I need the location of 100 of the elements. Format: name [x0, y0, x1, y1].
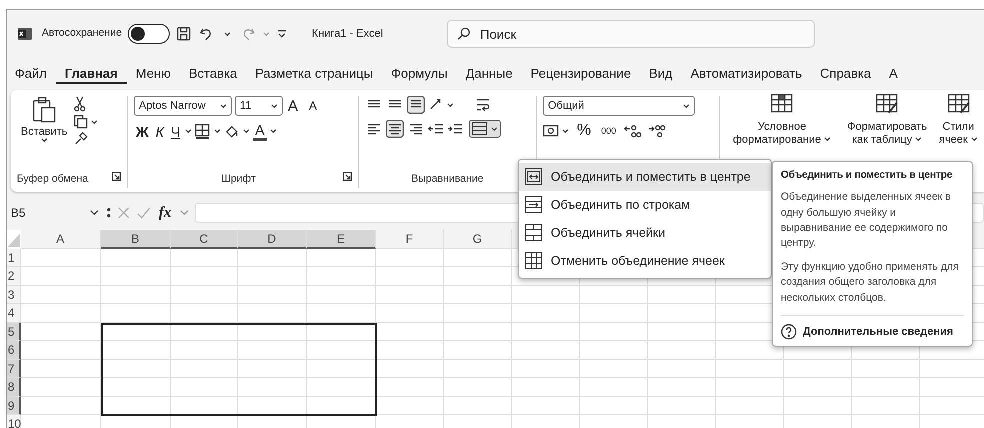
save-icon[interactable] — [176, 26, 192, 42]
bold-button[interactable]: Ж — [134, 124, 151, 140]
row-header[interactable]: 8 — [7, 378, 21, 396]
column-header[interactable]: F — [376, 230, 444, 248]
search-icon — [457, 27, 472, 41]
dialog-launcher-icon[interactable] — [112, 172, 122, 182]
merge-icon — [472, 122, 488, 136]
help-icon — [781, 324, 797, 340]
ribbon-tab[interactable]: Автоматизировать — [682, 64, 812, 84]
increase-decimal-icon[interactable] — [624, 123, 642, 139]
merge-cells-icon — [525, 224, 543, 242]
cell-styles-icon — [946, 93, 971, 115]
row-header[interactable]: 2 — [7, 267, 21, 286]
column-header[interactable]: B — [101, 230, 171, 248]
format-painter-icon[interactable] — [74, 132, 88, 146]
borders-icon[interactable] — [195, 124, 212, 140]
grow-font-button[interactable]: A — [286, 98, 304, 114]
name-box[interactable]: B5 — [9, 203, 101, 223]
tooltip-text: Эту функцию удобно применять для создания общего заголовка для нескольких столбцов. — [781, 260, 960, 306]
ribbon-tab[interactable]: Данные — [456, 64, 522, 84]
style-button[interactable]: Условное форматирование — [727, 93, 838, 146]
caret-icon — [271, 104, 278, 108]
autosave-label: Автосохранение — [42, 26, 122, 42]
decrease-decimal-icon[interactable] — [648, 123, 666, 139]
enter-icon — [137, 206, 151, 220]
insert-function-button[interactable]: fx — [157, 204, 174, 222]
customize-toolbar-icon[interactable] — [276, 29, 288, 39]
column-header[interactable]: D — [238, 230, 307, 248]
shrink-font-button[interactable]: A — [307, 99, 320, 113]
ribbon-tab[interactable]: Главная — [56, 64, 127, 84]
column-header[interactable]: C — [171, 230, 238, 248]
italic-button[interactable]: К — [154, 124, 166, 140]
row-header[interactable]: 1 — [7, 248, 21, 267]
unmerge-icon — [525, 252, 543, 270]
search-field[interactable]: Поиск — [447, 20, 816, 48]
row-header[interactable]: 10 — [7, 415, 21, 428]
column-header[interactable]: E — [307, 230, 376, 248]
row-header[interactable]: 9 — [7, 396, 21, 415]
autosave-toggle[interactable] — [128, 24, 170, 44]
menu-item[interactable]: Объединить и поместить в центре — [519, 163, 771, 191]
clipboard-icon — [31, 96, 58, 124]
caret-icon[interactable] — [185, 129, 192, 134]
ribbon-tab[interactable]: Формулы — [382, 64, 457, 84]
ribbon-tab[interactable]: Файл — [13, 64, 56, 84]
ribbon-tab[interactable]: Разметка страницы — [246, 64, 382, 84]
excel-logo-icon — [17, 26, 33, 42]
style-button[interactable]: Форматировать как таблицу — [841, 93, 934, 146]
caret-icon[interactable] — [90, 120, 98, 124]
fill-color-icon[interactable] — [224, 124, 240, 140]
menu-item[interactable]: Отменить объединение ячеек — [519, 247, 771, 275]
align-center-icon[interactable] — [386, 120, 404, 138]
row-header[interactable]: 4 — [7, 304, 21, 322]
column-header[interactable]: A — [21, 230, 101, 248]
row-header[interactable]: 3 — [7, 286, 21, 304]
group-label: Буфер обмена — [17, 172, 88, 188]
cut-icon[interactable] — [74, 96, 86, 112]
align-bottom-icon[interactable] — [407, 96, 426, 114]
thousands-button[interactable]: 000 — [599, 126, 618, 136]
caret-icon — [40, 138, 48, 143]
conditional-format-icon — [770, 93, 794, 115]
redo-dropdown-icon — [263, 32, 270, 36]
underline-button[interactable]: Ч — [169, 124, 182, 140]
tooltip-text: Объединение выделенных ячеек в одну большую ячейку и выравнивание ее содержимого по центру. — [781, 190, 952, 251]
caret-icon[interactable] — [270, 129, 277, 134]
font-name-dropdown[interactable]: Aptos Narrow — [134, 96, 232, 116]
ribbon-tab[interactable]: Рецензирование — [522, 64, 640, 84]
currency-icon[interactable] — [543, 124, 560, 138]
row-header[interactable]: 7 — [7, 360, 21, 378]
ribbon-tab[interactable]: А — [880, 64, 907, 84]
menu-item[interactable]: Объединить по строкам — [519, 191, 771, 219]
font-color-button[interactable]: A — [253, 122, 267, 141]
group-label: Шрифт — [221, 172, 256, 188]
row-header[interactable]: 6 — [7, 341, 21, 360]
column-header[interactable]: G — [444, 230, 512, 248]
row-header[interactable]: 5 — [7, 322, 21, 341]
caret-icon[interactable] — [447, 102, 454, 108]
caret-icon[interactable] — [214, 129, 222, 134]
ribbon-tab[interactable]: Меню — [126, 64, 180, 84]
caret-icon[interactable] — [562, 128, 570, 134]
ribbon-tab[interactable]: Вид — [640, 64, 682, 84]
font-size-dropdown[interactable]: 11 — [235, 96, 284, 116]
merge-across-icon — [525, 196, 543, 214]
menu-item[interactable]: Объединить ячейки — [519, 219, 771, 247]
caret-icon — [180, 210, 188, 216]
more-info-link[interactable]: Дополнительные сведения — [781, 314, 964, 340]
group-label: Выравнивание — [411, 173, 484, 186]
undo-dropdown-icon[interactable] — [224, 32, 232, 36]
dialog-launcher-icon[interactable] — [343, 172, 352, 182]
caret-icon — [220, 104, 228, 108]
caret-icon[interactable] — [243, 129, 250, 134]
more-icon — [107, 207, 111, 219]
merge-button[interactable] — [469, 120, 502, 138]
number-format-dropdown[interactable]: Общий — [543, 96, 696, 116]
paste-button[interactable]: Вставить — [11, 96, 74, 160]
ribbon-tab[interactable]: Справка — [811, 64, 880, 84]
style-button[interactable]: Стили ячеек — [933, 93, 984, 146]
ribbon-tab[interactable]: Вставка — [180, 64, 246, 84]
caret-icon — [491, 126, 498, 132]
copy-icon[interactable] — [74, 115, 88, 129]
percent-button[interactable]: % — [575, 122, 594, 140]
